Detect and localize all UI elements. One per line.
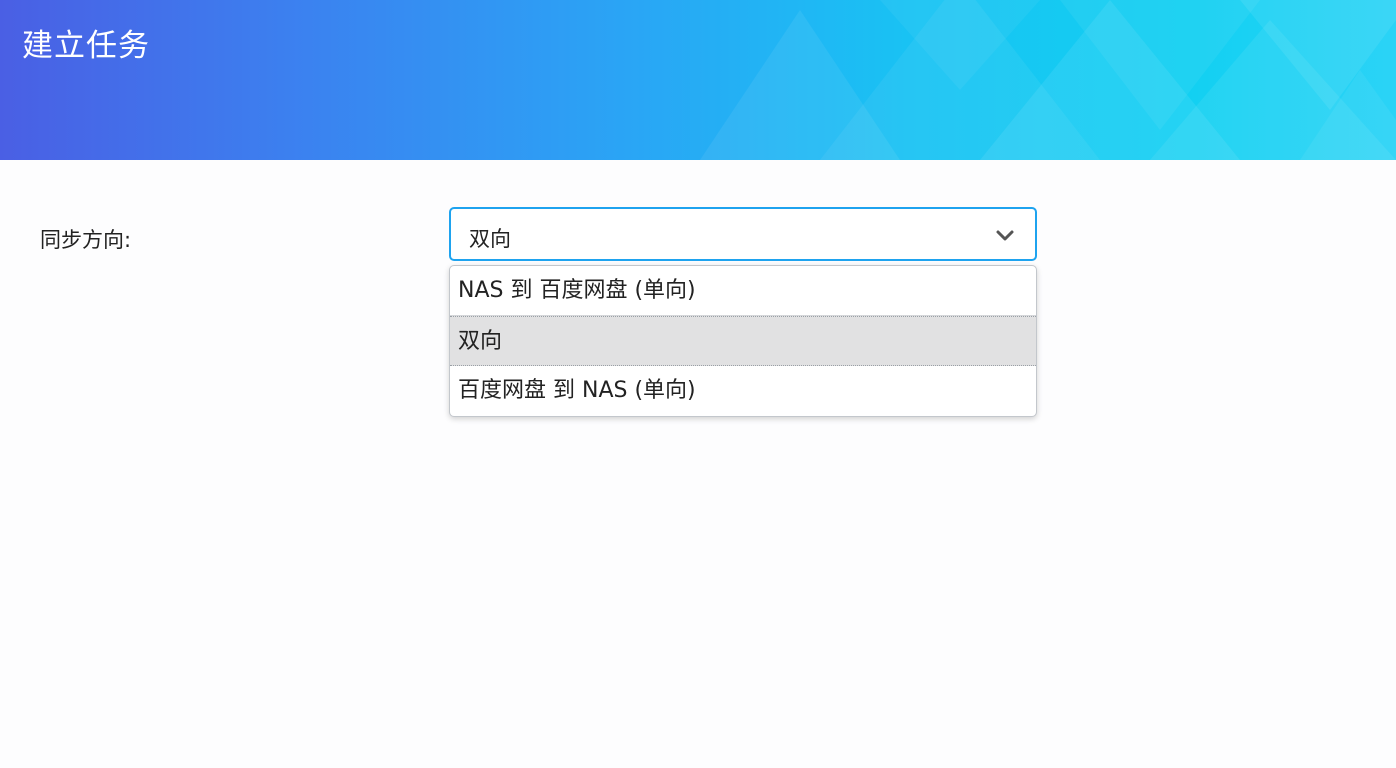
sync-direction-dropdown: NAS 到 百度网盘 (单向) 双向 百度网盘 到 NAS (单向) [449,265,1037,417]
chevron-down-icon[interactable] [995,225,1015,245]
create-task-page: 建立任务 同步方向: 双向 NAS 到 百度网盘 (单向) 双向 百度网盘 到 … [0,0,1396,768]
sync-direction-label: 同步方向: [40,228,132,252]
option-bidirectional[interactable]: 双向 [450,316,1036,366]
sync-direction-select[interactable]: 双向 [449,207,1037,261]
header-decoration [700,0,1396,160]
page-title: 建立任务 [22,28,150,64]
sync-direction-selected-value: 双向 [469,227,511,251]
header-banner: 建立任务 [0,0,1396,160]
option-nas-to-baidu[interactable]: NAS 到 百度网盘 (单向) [450,266,1036,316]
option-baidu-to-nas[interactable]: 百度网盘 到 NAS (单向) [450,366,1036,416]
